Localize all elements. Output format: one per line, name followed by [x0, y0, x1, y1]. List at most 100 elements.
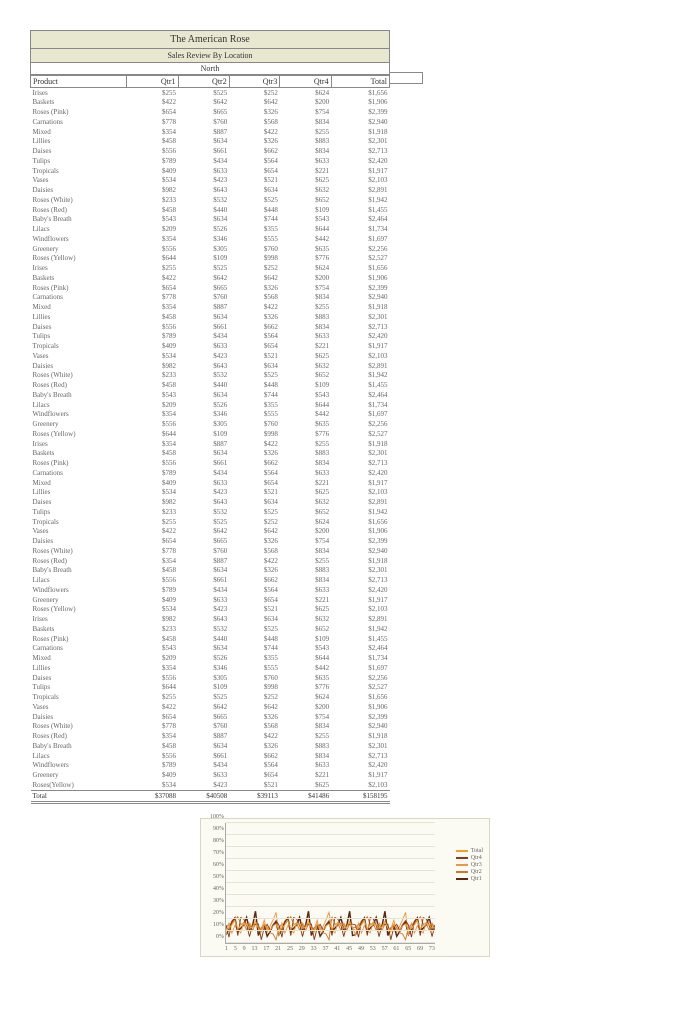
table-cell: $346: [178, 663, 229, 673]
table-cell: $458: [127, 312, 178, 322]
table-cell: $982: [127, 186, 178, 196]
table-cell: $778: [127, 293, 178, 303]
table-cell: Roses (Pink): [31, 283, 127, 293]
table-cell: $2,527: [331, 254, 389, 264]
chart-gridline: [226, 870, 435, 871]
table-cell: $233: [127, 624, 178, 634]
table-cell: $409: [127, 342, 178, 352]
table-cell: Greenery: [31, 771, 127, 781]
table-cell: $434: [178, 468, 229, 478]
sales-table: ProductQtr1Qtr2Qtr3Qtr4Total Irises$255$…: [30, 75, 390, 804]
table-row: Mixed$354$887$422$255$1,918: [31, 303, 390, 313]
table-cell: $440: [178, 634, 229, 644]
column-header: Qtr2: [178, 76, 229, 88]
table-cell: Tulips: [31, 683, 127, 693]
table-cell: $305: [178, 420, 229, 430]
table-cell: $326: [229, 283, 280, 293]
table-cell: $556: [127, 420, 178, 430]
chart-x-tick: 37: [322, 946, 328, 952]
table-cell: $662: [229, 459, 280, 469]
table-cell: $423: [178, 176, 229, 186]
table-cell: $998: [229, 254, 280, 264]
table-row: Lilacs$209$526$355$644$1,734: [31, 400, 390, 410]
table-cell: $633: [280, 156, 331, 166]
table-cell: Lillies: [31, 488, 127, 498]
table-cell: $1,734: [331, 225, 389, 235]
table-cell: $526: [178, 225, 229, 235]
table-cell: $982: [127, 361, 178, 371]
chart-y-label: 80%: [206, 838, 224, 844]
chart-y-label: 100%: [206, 814, 224, 820]
column-header: Qtr1: [127, 76, 178, 88]
table-row: Roses (Pink)$458$440$448$109$1,455: [31, 634, 390, 644]
table-cell: $209: [127, 225, 178, 235]
table-cell: $543: [127, 644, 178, 654]
table-cell: Irises: [31, 264, 127, 274]
table-cell: Lilacs: [31, 576, 127, 586]
chart-x-tick: 13: [251, 946, 257, 952]
table-cell: $760: [178, 546, 229, 556]
table-cell: $458: [127, 137, 178, 147]
table-cell: Daisies: [31, 537, 127, 547]
table-cell: $654: [229, 595, 280, 605]
table-cell: $1,942: [331, 624, 389, 634]
table-cell: $1,918: [331, 439, 389, 449]
table-cell: $255: [280, 732, 331, 742]
table-cell: $625: [280, 605, 331, 615]
table-cell: $2,103: [331, 605, 389, 615]
table-cell: $442: [280, 234, 331, 244]
table-cell: $442: [280, 410, 331, 420]
table-cell: $568: [229, 293, 280, 303]
table-cell: Lillies: [31, 312, 127, 322]
table-row: Tulips$644$109$998$776$2,527: [31, 683, 390, 693]
table-cell: $209: [127, 400, 178, 410]
table-cell: $834: [280, 117, 331, 127]
table-cell: $221: [280, 771, 331, 781]
table-cell: $2,891: [331, 615, 389, 625]
table-row: Roses (Red)$354$887$422$255$1,918: [31, 732, 390, 742]
table-row: Roses (Yellow)$534$423$521$625$2,103: [31, 605, 390, 615]
table-cell: $422: [127, 527, 178, 537]
table-row: Lilacs$209$526$355$644$1,734: [31, 225, 390, 235]
table-cell: $233: [127, 507, 178, 517]
empty-cell: [390, 72, 423, 84]
table-row: Roses (Yellow)$644$109$998$776$2,527: [31, 429, 390, 439]
table-cell: $633: [280, 332, 331, 342]
table-cell: $200: [280, 273, 331, 283]
table-row: Daisies$982$643$634$632$2,891: [31, 361, 390, 371]
table-row: Carnations$778$760$568$834$2,940: [31, 117, 390, 127]
table-row: Baskets$458$634$326$883$2,301: [31, 449, 390, 459]
table-cell: $643: [178, 361, 229, 371]
table-cell: $789: [127, 332, 178, 342]
table-row: Lillies$354$346$555$442$1,697: [31, 663, 390, 673]
table-cell: $887: [178, 127, 229, 137]
chart-y-label: 60%: [206, 862, 224, 868]
table-cell: Roses (Pink): [31, 459, 127, 469]
table-cell: $778: [127, 546, 178, 556]
table-cell: $634: [178, 390, 229, 400]
table-cell: $2,420: [331, 156, 389, 166]
table-cell: $633: [280, 468, 331, 478]
legend-swatch: [456, 878, 468, 880]
table-cell: $654: [229, 771, 280, 781]
table-cell: $654: [127, 537, 178, 547]
table-row: Irises$255$525$252$624$1,656: [31, 88, 390, 98]
table-cell: $233: [127, 371, 178, 381]
table-cell: $2,103: [331, 176, 389, 186]
table-cell: $2,399: [331, 712, 389, 722]
table-cell: $422: [229, 439, 280, 449]
table-cell: $458: [127, 449, 178, 459]
table-cell: $654: [229, 166, 280, 176]
table-cell: $661: [178, 751, 229, 761]
table-cell: $200: [280, 702, 331, 712]
table-cell: $2,420: [331, 585, 389, 595]
table-cell: $778: [127, 117, 178, 127]
table-cell: $652: [280, 371, 331, 381]
chart-y-label: 30%: [206, 898, 224, 904]
table-cell: $789: [127, 468, 178, 478]
table-cell: $1,918: [331, 556, 389, 566]
table-cell: $665: [178, 712, 229, 722]
table-cell: $1,942: [331, 195, 389, 205]
chart-x-tick: 33: [311, 946, 317, 952]
table-cell: $778: [127, 722, 178, 732]
